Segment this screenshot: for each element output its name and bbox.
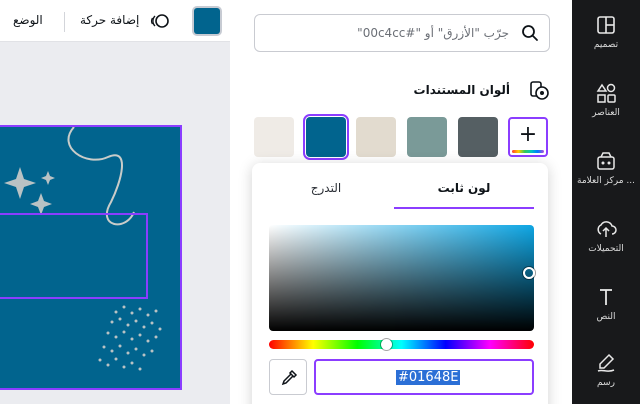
toolbar-divider xyxy=(64,12,65,32)
hex-value-text: #01648E xyxy=(396,370,461,385)
rail-label-draw: رسم xyxy=(597,378,615,388)
tab-solid-color[interactable]: لون ثابت xyxy=(394,181,534,195)
document-color-swatch[interactable] xyxy=(407,117,447,157)
top-toolbar: إضافة حركة الوضع xyxy=(0,0,230,42)
text-color-swatch[interactable] xyxy=(194,8,220,34)
rail-item-text[interactable]: النص xyxy=(572,286,640,348)
selected-text-box[interactable] xyxy=(0,213,148,299)
plus-icon: + xyxy=(518,122,538,147)
saturation-handle[interactable] xyxy=(523,267,535,279)
draw-icon xyxy=(597,353,615,372)
document-color-swatch[interactable] xyxy=(254,117,294,157)
animate-icon xyxy=(150,14,169,28)
elements-icon xyxy=(596,83,616,103)
saturation-value-area[interactable] xyxy=(269,225,534,331)
uploads-icon xyxy=(597,221,617,237)
eyedropper-icon xyxy=(281,369,298,386)
position-button[interactable]: الوضع xyxy=(13,13,43,27)
rail-label-elements: العناصر xyxy=(592,108,620,118)
rail-item-brand-hub[interactable]: مركز العلامة ... xyxy=(572,150,640,212)
search-icon xyxy=(522,25,538,41)
hex-color-input[interactable]: #01648E xyxy=(314,359,534,395)
hue-slider[interactable] xyxy=(269,340,534,349)
side-navigation-rail: تصميم العناصر مركز العلامة ... التحميلات xyxy=(572,0,640,404)
rail-label-text: النص xyxy=(596,312,616,322)
document-color-swatch[interactable] xyxy=(303,114,349,160)
rail-label-design: تصميم xyxy=(593,40,619,50)
search-placeholder: جرّب "الأزرق" أو "#00c4cc" xyxy=(357,26,509,40)
rail-item-draw[interactable]: رسم xyxy=(572,352,640,404)
rail-label-brand-hub: مركز العلامة ... xyxy=(577,176,635,186)
design-icon xyxy=(597,16,615,34)
rail-label-uploads: التحميلات xyxy=(588,244,624,254)
text-icon xyxy=(600,289,612,305)
hue-slider-handle[interactable] xyxy=(380,339,392,350)
rainbow-bar-icon xyxy=(512,150,544,153)
rail-item-uploads[interactable]: التحميلات xyxy=(572,218,640,280)
color-picker-popover: التدرج لون ثابت #01648E xyxy=(252,163,548,404)
eyedropper-button[interactable] xyxy=(269,359,307,395)
tab-gradient[interactable]: التدرج xyxy=(256,181,396,195)
rail-item-elements[interactable]: العناصر xyxy=(572,82,640,144)
active-tab-indicator xyxy=(394,207,534,209)
add-color-button[interactable]: + xyxy=(508,117,548,157)
document-colors-title: ألوان المستندات xyxy=(413,83,510,97)
animate-button[interactable]: إضافة حركة xyxy=(80,13,139,27)
brand-hub-icon xyxy=(597,152,615,170)
color-search-input[interactable]: جرّب "الأزرق" أو "#00c4cc" xyxy=(254,14,550,52)
document-color-swatch[interactable] xyxy=(458,117,498,157)
rail-item-design[interactable]: تصميم xyxy=(572,14,640,76)
palette-icon xyxy=(530,81,549,100)
document-color-swatch[interactable] xyxy=(356,117,396,157)
